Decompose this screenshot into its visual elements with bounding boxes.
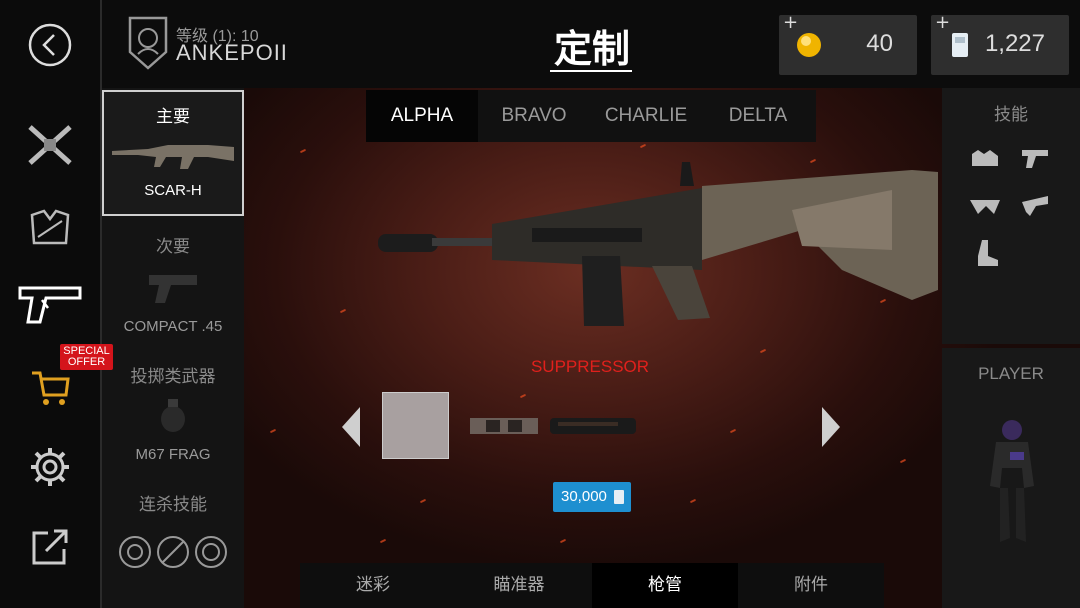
chevron-left-icon[interactable] — [340, 405, 362, 449]
skill-wing-icon — [970, 200, 1000, 214]
spark — [639, 143, 647, 149]
skills-title: 技能 — [994, 105, 1028, 124]
spark — [339, 308, 347, 314]
settings-button[interactable] — [0, 432, 100, 502]
skill-reload-icon — [1022, 196, 1048, 216]
special-offer-badge[interactable]: SPECIAL OFFER — [60, 344, 113, 370]
spark — [559, 538, 567, 544]
scar-h-thumbnail-icon — [112, 145, 234, 169]
camo-nav-button[interactable] — [0, 192, 100, 262]
spark — [299, 148, 307, 154]
share-button[interactable] — [0, 512, 100, 582]
killstreak-slot[interactable]: 连杀技能 — [102, 480, 244, 608]
loadout-tabs: ALPHA BRAVO CHARLIE DELTA — [366, 90, 816, 142]
skill-fist-icon — [972, 150, 998, 166]
slot-title: 主要 — [156, 107, 190, 126]
price-amount: 30,000 — [561, 488, 607, 505]
spark — [519, 393, 527, 399]
weapons-nav-button[interactable] — [0, 270, 100, 340]
card-currency-icon — [952, 33, 968, 57]
slot-title: 次要 — [156, 237, 190, 256]
shopping-cart-icon — [32, 371, 70, 405]
primary-weapon-slot[interactable]: 主要 SCAR-H — [102, 90, 244, 216]
slot-title: 投掷类武器 — [130, 367, 216, 386]
slot-name: SCAR-H — [144, 182, 202, 199]
player-box[interactable]: PLAYER — [942, 348, 1080, 608]
gold-coin-icon — [797, 33, 821, 57]
skill-pistol-icon — [1022, 150, 1048, 168]
cards-counter[interactable]: + 1,227 — [931, 12, 1069, 75]
coins-counter[interactable]: + 40 — [779, 12, 917, 75]
add-coins-icon[interactable]: + — [783, 12, 798, 33]
back-arrow-icon — [28, 23, 72, 67]
external-link-icon — [32, 529, 68, 565]
crossed-rifles-icon — [28, 125, 72, 165]
attachment-option-none[interactable] — [382, 392, 449, 459]
player-title: PLAYER — [978, 364, 1044, 383]
slot-name: M67 FRAG — [135, 446, 211, 463]
spark — [269, 428, 277, 434]
attachment-option-compensator[interactable] — [468, 414, 540, 438]
back-button[interactable] — [0, 10, 100, 80]
grenade-thumbnail-icon — [161, 399, 185, 432]
armor-vest-icon — [30, 209, 70, 245]
loadout-column: 主要 SCAR-H 次要 COMPACT .45 投掷类武器 M67 FRAG … — [102, 88, 244, 608]
slot-title: 连杀技能 — [139, 495, 207, 514]
bonus-killstreak-icon[interactable] — [194, 535, 228, 569]
card-currency-icon — [614, 490, 624, 504]
rank-badge-icon — [128, 16, 168, 70]
tab-camo[interactable]: 迷彩 — [300, 563, 446, 608]
player-avatar — [990, 420, 1034, 542]
gear-icon — [31, 448, 69, 486]
title-underline — [550, 70, 632, 72]
tab-charlie[interactable]: CHARLIE — [590, 90, 702, 142]
spark — [729, 428, 737, 434]
coins-amount: 40 — [866, 30, 893, 57]
throwable-slot[interactable]: 投掷类武器 M67 FRAG — [102, 352, 244, 470]
attachment-name: SUPPRESSOR — [530, 357, 650, 376]
radar-killstreak-icon[interactable] — [118, 535, 152, 569]
customization-category-tabs: 迷彩 瞄准器 枪管 附件 — [300, 563, 884, 608]
left-nav-rail: SPECIAL OFFER — [0, 0, 113, 608]
pistol-thumbnail-icon — [149, 275, 197, 303]
tab-delta[interactable]: DELTA — [702, 90, 814, 142]
tab-sight[interactable]: 瞄准器 — [446, 563, 592, 608]
tab-bravo[interactable]: BRAVO — [478, 90, 590, 142]
spark — [899, 458, 907, 464]
chevron-right-icon[interactable] — [820, 405, 842, 449]
right-panel: 技能 PLAYER — [942, 88, 1080, 608]
loadout-nav-button[interactable] — [0, 110, 100, 180]
spark — [759, 348, 767, 354]
skills-box[interactable]: 技能 — [942, 88, 1080, 344]
spark — [379, 538, 387, 544]
cards-amount: 1,227 — [984, 30, 1045, 57]
scar-h-weapon-render — [378, 162, 938, 326]
secondary-weapon-slot[interactable]: 次要 COMPACT .45 — [102, 224, 244, 342]
tab-barrel[interactable]: 枪管 — [592, 563, 738, 608]
skill-boot-icon — [978, 240, 998, 266]
slot-name: COMPACT .45 — [123, 318, 223, 335]
add-cards-icon[interactable]: + — [935, 12, 950, 33]
pistol-icon — [18, 286, 82, 324]
tab-alpha[interactable]: ALPHA — [366, 90, 478, 142]
top-header: 等级 (1): 10 ANKEPOII 定制 + 40 + 1,227 — [102, 0, 1080, 88]
tab-attachments[interactable]: 附件 — [738, 563, 884, 608]
attachment-option-suppressor[interactable] — [548, 416, 638, 436]
disabled-killstreak-icon[interactable] — [156, 535, 190, 569]
page-title: 定制 — [553, 27, 630, 71]
spark — [419, 498, 427, 504]
spark — [689, 498, 697, 504]
player-name: ANKEPOII — [176, 40, 288, 65]
buy-price-button[interactable]: 30,000 — [553, 482, 631, 512]
